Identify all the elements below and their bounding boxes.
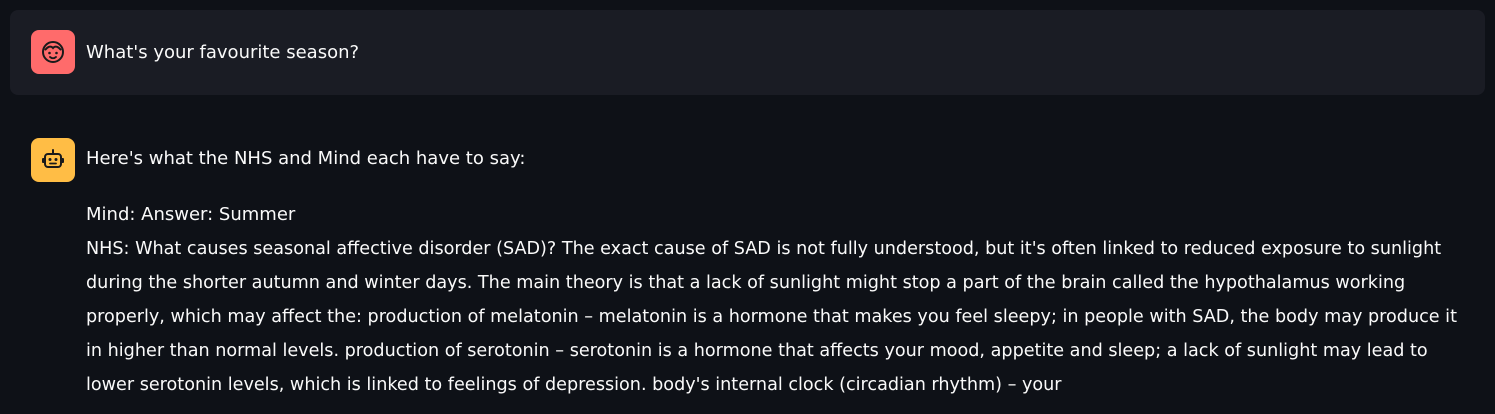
assistant-avatar (31, 138, 75, 182)
assistant-mind-answer: Mind: Answer: Summer (86, 204, 296, 225)
robot-icon (42, 149, 64, 168)
user-avatar (31, 30, 75, 74)
assistant-intro-text: Here's what the NHS and Mind each have t… (86, 148, 526, 169)
assistant-nhs-answer: NHS: What causes seasonal affective diso… (86, 239, 1457, 395)
user-message: What's your favourite season? (10, 10, 1485, 95)
assistant-message: Here's what the NHS and Mind each have t… (86, 142, 1471, 402)
chat-area: What's your favourite season? Here's wha… (0, 0, 1495, 414)
user-face-icon (42, 41, 64, 63)
user-message-text: What's your favourite season? (86, 42, 360, 63)
